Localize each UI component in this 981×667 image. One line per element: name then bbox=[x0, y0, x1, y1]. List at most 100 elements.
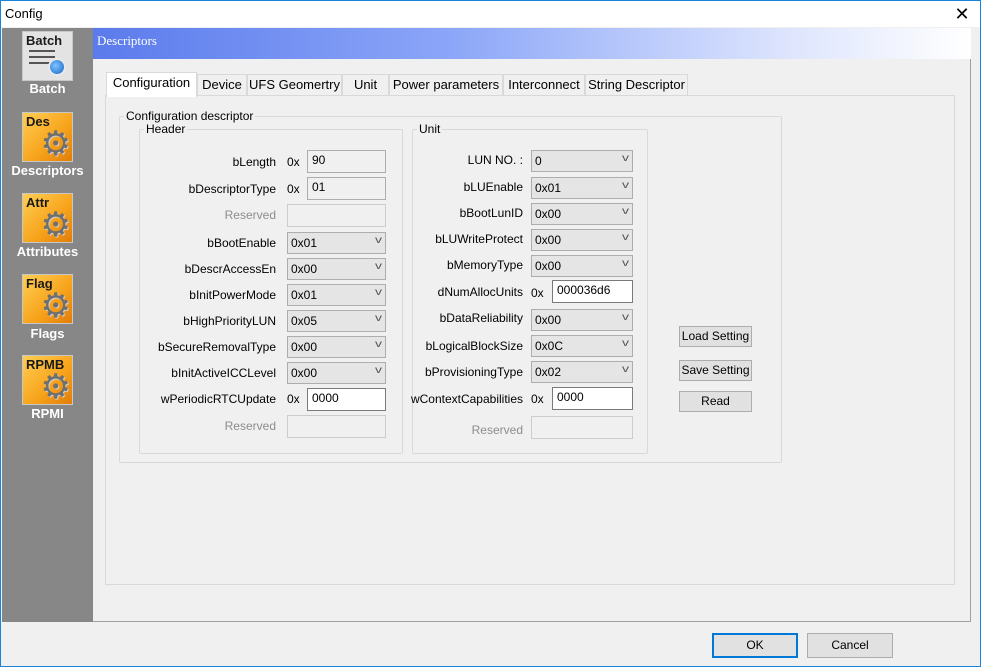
wperiodicrtcupdate-input[interactable]: 0000 bbox=[307, 388, 386, 411]
tab-configuration[interactable]: Configuration bbox=[106, 72, 197, 97]
hex-prefix: 0x bbox=[531, 286, 544, 300]
sidebar: Batch Batch Des ⚙ Descriptors Attr ⚙ Att… bbox=[2, 28, 93, 622]
bluwriteprotect-value: 0x00 bbox=[535, 233, 562, 247]
chevron-down-icon: v bbox=[375, 313, 382, 324]
reserved-field bbox=[287, 204, 386, 227]
cancel-button[interactable]: Cancel bbox=[807, 633, 893, 658]
tab-device[interactable]: Device bbox=[197, 74, 247, 96]
save-setting-button[interactable]: Save Setting bbox=[679, 360, 752, 381]
sidebar-item-label: Descriptors bbox=[11, 163, 84, 178]
binitpowermode-label: bInitPowerMode bbox=[189, 288, 276, 302]
attributes-gear-icon: Attr ⚙ bbox=[22, 193, 73, 243]
bhighprioritylun-label: bHighPriorityLUN bbox=[183, 314, 276, 328]
reserved-field bbox=[531, 416, 633, 439]
window-title: Config bbox=[5, 6, 43, 21]
dnumallocunits-label: dNumAllocUnits bbox=[437, 285, 523, 299]
bdescriptortype-label: bDescriptorType bbox=[188, 182, 276, 196]
chevron-down-icon: v bbox=[622, 180, 629, 191]
flags-gear-icon: Flag ⚙ bbox=[22, 274, 73, 324]
gear-icon: ⚙ bbox=[40, 287, 71, 324]
chevron-down-icon: v bbox=[622, 364, 629, 375]
bbootenable-value: 0x01 bbox=[291, 236, 318, 250]
bluwriteprotect-label: bLUWriteProtect bbox=[435, 232, 523, 246]
blength-field[interactable]: 90 bbox=[307, 150, 386, 173]
blogicalblocksize-select[interactable]: 0x0C v bbox=[531, 335, 633, 357]
binitpowermode-select[interactable]: 0x01 v bbox=[287, 284, 386, 306]
sidebar-item-label: Batch bbox=[29, 81, 66, 96]
sidebar-item-rpmb[interactable]: RPMB ⚙ RPMI bbox=[2, 353, 93, 425]
bmemorytype-select[interactable]: 0x00 v bbox=[531, 255, 633, 277]
bluenable-label: bLUEnable bbox=[463, 180, 523, 194]
bdescraccessen-value: 0x00 bbox=[291, 262, 318, 276]
tab-interconnect[interactable]: Interconnect bbox=[503, 74, 585, 96]
chevron-down-icon: v bbox=[622, 338, 629, 349]
hex-prefix: 0x bbox=[287, 182, 300, 196]
tab-string-descriptor[interactable]: String Descriptor bbox=[585, 74, 688, 96]
bbootlunid-label: bBootLunID bbox=[459, 206, 523, 220]
bprovisioningtype-select[interactable]: 0x02 v bbox=[531, 361, 633, 383]
bbootlunid-select[interactable]: 0x00 v bbox=[531, 203, 633, 225]
lun-no-label: LUN NO. : bbox=[467, 153, 523, 167]
bdatareliability-value: 0x00 bbox=[535, 313, 562, 327]
chevron-down-icon: v bbox=[622, 206, 629, 217]
bsecureremovaltype-label: bSecureRemovalType bbox=[157, 340, 276, 354]
binitactiveicclevel-label: bInitActiveICCLevel bbox=[171, 366, 276, 380]
bdescraccessen-select[interactable]: 0x00 v bbox=[287, 258, 386, 280]
sidebar-item-descriptors[interactable]: Des ⚙ Descriptors bbox=[2, 110, 93, 182]
chevron-down-icon: v bbox=[622, 153, 629, 164]
chevron-down-icon: v bbox=[375, 287, 382, 298]
config-window: Config ✕ Batch Batch Des ⚙ Descriptors A… bbox=[0, 0, 981, 667]
chevron-down-icon: v bbox=[375, 339, 382, 350]
bluenable-value: 0x01 bbox=[535, 181, 562, 195]
bluenable-select[interactable]: 0x01 v bbox=[531, 177, 633, 199]
blength-label: bLength bbox=[232, 155, 276, 169]
bdescriptortype-field[interactable]: 01 bbox=[307, 177, 386, 200]
hex-prefix: 0x bbox=[531, 392, 544, 406]
hex-prefix: 0x bbox=[287, 392, 300, 406]
batch-icon: Batch bbox=[22, 31, 73, 81]
bsecureremovaltype-select[interactable]: 0x00 v bbox=[287, 336, 386, 358]
tab-power-parameters[interactable]: Power parameters bbox=[389, 74, 503, 96]
bdescraccessen-label: bDescrAccessEn bbox=[184, 262, 276, 276]
load-setting-button[interactable]: Load Setting bbox=[679, 326, 752, 347]
group-title: Configuration descriptor bbox=[126, 109, 254, 123]
wperiodicrtcupdate-label: wPeriodicRTCUpdate bbox=[160, 392, 276, 406]
dnumallocunits-input[interactable]: 000036d6 bbox=[552, 280, 633, 303]
section-title: Descriptors bbox=[97, 33, 157, 48]
bhighprioritylun-value: 0x05 bbox=[291, 314, 318, 328]
close-icon[interactable]: ✕ bbox=[950, 3, 974, 25]
title-bar: Config ✕ bbox=[1, 1, 980, 27]
wcontextcapabilities-input[interactable]: 0000 bbox=[552, 387, 633, 410]
blogicalblocksize-value: 0x0C bbox=[535, 339, 564, 353]
bdatareliability-label: bDataReliability bbox=[439, 311, 523, 325]
read-button[interactable]: Read bbox=[679, 391, 752, 412]
ok-button[interactable]: OK bbox=[712, 633, 798, 658]
sidebar-item-label: Attributes bbox=[16, 244, 79, 259]
bprovisioningtype-value: 0x02 bbox=[535, 365, 562, 379]
sidebar-item-flags[interactable]: Flag ⚙ Flags bbox=[2, 272, 93, 344]
sidebar-item-label: RPMI bbox=[31, 406, 64, 421]
tab-ufs-geometry[interactable]: UFS Geomertry bbox=[247, 74, 342, 96]
lun-no-value: 0 bbox=[535, 154, 542, 168]
hex-prefix: 0x bbox=[287, 155, 300, 169]
sidebar-item-batch[interactable]: Batch Batch bbox=[2, 28, 93, 100]
bhighprioritylun-select[interactable]: 0x05 v bbox=[287, 310, 386, 332]
bluwriteprotect-select[interactable]: 0x00 v bbox=[531, 229, 633, 251]
bbootlunid-value: 0x00 bbox=[535, 207, 562, 221]
reserved-label: Reserved bbox=[471, 423, 523, 437]
bbootenable-select[interactable]: 0x01 v bbox=[287, 232, 386, 254]
gear-icon: ⚙ bbox=[40, 206, 71, 243]
binitactiveicclevel-select[interactable]: 0x00 v bbox=[287, 362, 386, 384]
tab-unit[interactable]: Unit bbox=[342, 74, 389, 96]
unit-group-title: Unit bbox=[419, 122, 441, 136]
rpmb-gear-icon: RPMB ⚙ bbox=[22, 355, 73, 405]
blogicalblocksize-label: bLogicalBlockSize bbox=[425, 339, 523, 353]
bmemorytype-value: 0x00 bbox=[535, 259, 562, 273]
globe-icon bbox=[48, 58, 66, 76]
chevron-down-icon: v bbox=[622, 258, 629, 269]
bdatareliability-select[interactable]: 0x00 v bbox=[531, 309, 633, 331]
bsecureremovaltype-value: 0x00 bbox=[291, 340, 318, 354]
sidebar-item-attributes[interactable]: Attr ⚙ Attributes bbox=[2, 191, 93, 263]
chevron-down-icon: v bbox=[375, 235, 382, 246]
lun-no-select[interactable]: 0v bbox=[531, 150, 633, 172]
